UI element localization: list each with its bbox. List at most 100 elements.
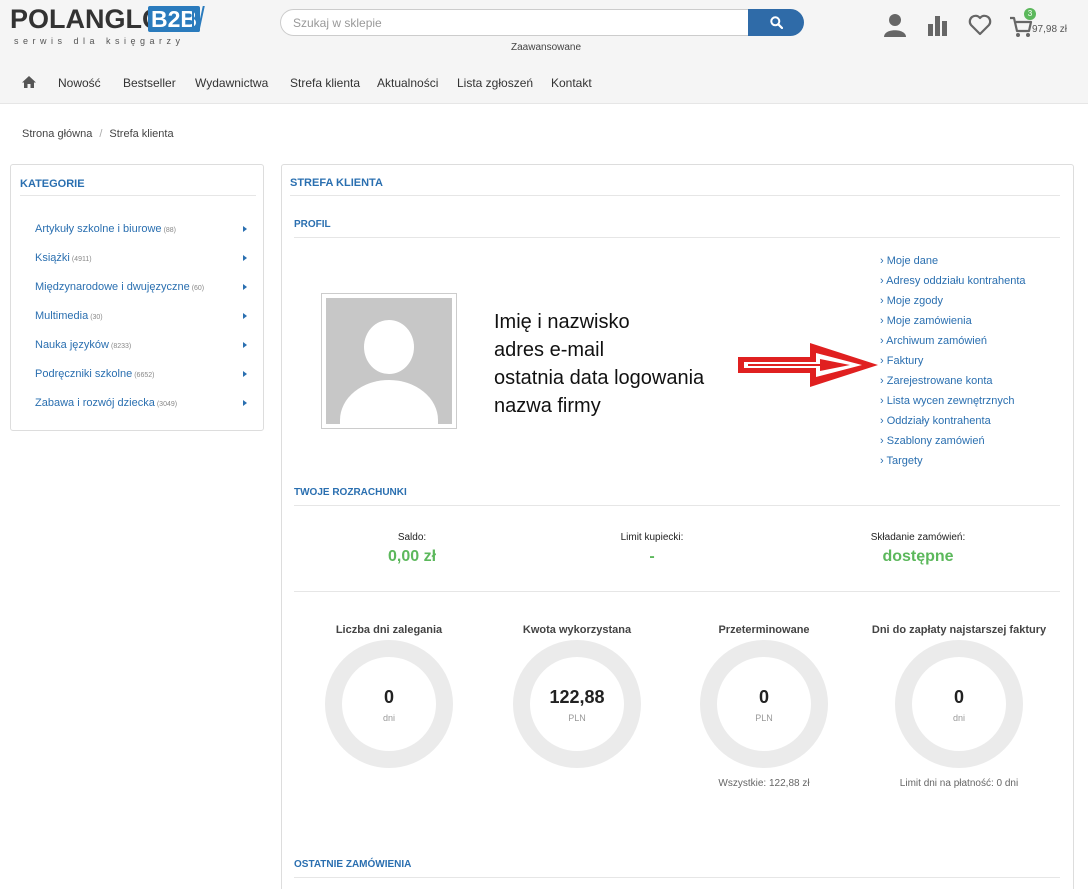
stat-label: Limit kupiecki: xyxy=(620,532,684,543)
link-zarejestrowane-konta[interactable]: Zarejestrowane konta xyxy=(880,375,993,387)
category-count: (4911) xyxy=(71,256,92,263)
logo-books-icon xyxy=(192,6,205,32)
breadcrumb-separator: / xyxy=(99,128,103,140)
link-targety[interactable]: Targety xyxy=(880,455,923,467)
link-archiwum-zamowien[interactable]: Archiwum zamówień xyxy=(880,335,987,347)
breadcrumb-current: Strefa klienta xyxy=(109,128,174,140)
link-moje-zgody[interactable]: Moje zgody xyxy=(880,295,943,307)
category-item[interactable]: Artykuły szkolne i biurowe (88) xyxy=(35,223,247,239)
category-label: Multimedia xyxy=(35,310,89,322)
category-sidebar: KATEGORIE Artykuły szkolne i biurowe (88)… xyxy=(10,164,264,431)
heart-icon[interactable] xyxy=(967,12,993,38)
gauge-days-to-pay: Dni do zapłaty najstarszej faktury 0 dni… xyxy=(869,622,1049,789)
nav-item-strefa-klienta[interactable]: Strefa klienta xyxy=(290,76,360,90)
category-label: Nauka języków xyxy=(35,339,109,351)
chevron-right-icon xyxy=(243,371,247,377)
profile-email: adres e-mail xyxy=(494,339,605,361)
home-icon[interactable] xyxy=(21,74,37,90)
sidebar-divider xyxy=(20,195,256,196)
logo-tagline: serwis dla księgarzy xyxy=(14,36,185,46)
link-moje-dane[interactable]: Moje dane xyxy=(880,255,938,267)
gauge-note: Wszystkie: 122,88 zł xyxy=(718,778,810,789)
category-count: (30) xyxy=(90,314,103,321)
gauge-note: Limit dni na płatność: 0 dni xyxy=(899,778,1019,789)
user-icon[interactable] xyxy=(882,12,908,38)
gauge-unit: dni xyxy=(952,713,965,723)
nav-item-wydawnictwa[interactable]: Wydawnictwa xyxy=(195,76,268,90)
stat-value: 0,00 zł xyxy=(387,548,437,565)
gauge-overdue: Przeterminowane 0 PLN Wszystkie: 122,88 … xyxy=(674,622,854,789)
site-logo[interactable]: POLANGLO B2B serwis dla księgarzy xyxy=(10,4,205,46)
category-label: Zabawa i rozwój dziecka xyxy=(35,397,155,409)
gauge-days-overdue: Liczba dni zalegania 0 dni xyxy=(299,622,479,768)
link-adresy-oddzialu[interactable]: Adresy oddziału kontrahenta xyxy=(880,275,1025,287)
gauge-value: 122,88 xyxy=(549,687,605,707)
stat-ordering: Składanie zamówień: dostępne xyxy=(828,532,1008,566)
site-header: POLANGLO B2B serwis dla księgarzy Zaawan… xyxy=(0,0,1088,104)
breadcrumb: Strona główna / Strefa klienta xyxy=(22,128,174,140)
link-oddzialy-kontrahenta[interactable]: Oddziały kontrahenta xyxy=(880,415,991,427)
divider xyxy=(294,237,1060,238)
link-lista-wycen[interactable]: Lista wycen zewnętrznych xyxy=(880,395,1015,407)
avatar xyxy=(321,293,457,429)
nav-item-nowosc[interactable]: Nowość xyxy=(58,76,101,90)
nav-item-lista-zgloszen[interactable]: Lista zgłoszeń xyxy=(457,76,533,90)
gauge-unit: dni xyxy=(382,713,395,723)
category-item[interactable]: Podręczniki szkolne (6652) xyxy=(35,368,247,384)
divider xyxy=(290,195,1060,196)
search-icon xyxy=(769,16,783,29)
recent-orders-title: OSTATNIE ZAMÓWIENIA xyxy=(294,859,412,870)
category-item[interactable]: Nauka języków (8233) xyxy=(35,339,247,355)
category-label: Międzynarodowe i dwujęzyczne xyxy=(35,281,190,293)
search-bar xyxy=(280,9,804,36)
avatar-placeholder-icon xyxy=(326,298,452,424)
chevron-right-icon xyxy=(243,313,247,319)
divider xyxy=(294,877,1060,878)
gauge-title: Przeterminowane xyxy=(718,624,810,636)
category-count: (60) xyxy=(191,285,205,292)
stat-saldo: Saldo: 0,00 zł xyxy=(322,532,502,566)
gauge-title: Dni do zapłaty najstarszej faktury xyxy=(871,624,1047,636)
category-count: (6652) xyxy=(134,372,155,379)
profile-company: nazwa firmy xyxy=(494,395,601,417)
gauge-unit: PLN xyxy=(755,713,773,723)
chevron-right-icon xyxy=(243,342,247,348)
nav-item-aktualnosci[interactable]: Aktualności xyxy=(377,76,438,90)
search-button[interactable] xyxy=(748,9,804,36)
profile-last-login: ostatnia data logowania xyxy=(494,367,705,389)
sidebar-title: KATEGORIE xyxy=(20,178,85,190)
nav-item-kontakt[interactable]: Kontakt xyxy=(551,76,592,90)
divider xyxy=(294,505,1060,506)
category-item[interactable]: Książki (4911) xyxy=(35,252,247,268)
link-faktury[interactable]: Faktury xyxy=(880,355,924,367)
stat-label: Składanie zamówień: xyxy=(870,532,966,543)
gauge-title: Liczba dni zalegania xyxy=(335,624,443,636)
main-nav: Nowość Bestseller Wydawnictwa Strefa kli… xyxy=(0,68,1088,98)
category-item[interactable]: Międzynarodowe i dwujęzyczne (60) xyxy=(35,281,247,297)
advanced-search-link[interactable]: Zaawansowane xyxy=(511,42,581,53)
divider xyxy=(294,591,1060,592)
category-label: Artykuły szkolne i biurowe xyxy=(35,223,162,235)
breadcrumb-home[interactable]: Strona główna xyxy=(22,128,92,140)
gauge-ring: 122,88 PLN xyxy=(513,640,641,768)
search-input[interactable] xyxy=(280,9,750,36)
link-moje-zamowienia[interactable]: Moje zamówienia xyxy=(880,315,972,327)
gauge-value: 0 xyxy=(953,687,964,707)
accounts-title: TWOJE ROZRACHUNKI xyxy=(294,487,407,498)
gauge-title: Kwota wykorzystana xyxy=(522,624,632,636)
chevron-right-icon xyxy=(243,255,247,261)
gauge-amount-used: Kwota wykorzystana 122,88 PLN xyxy=(487,622,667,768)
category-item[interactable]: Zabawa i rozwój dziecka (3049) xyxy=(35,397,247,413)
logo-text: POLANGLO xyxy=(10,4,163,34)
chevron-right-icon xyxy=(243,226,247,232)
category-count: (3049) xyxy=(156,401,178,408)
category-label: Książki xyxy=(35,252,70,264)
link-szablony-zamowien[interactable]: Szablony zamówień xyxy=(880,435,985,447)
nav-item-bestseller[interactable]: Bestseller xyxy=(123,76,176,90)
stats-icon[interactable] xyxy=(925,12,951,38)
category-item[interactable]: Multimedia (30) xyxy=(35,310,247,326)
gauge-value: 0 xyxy=(383,687,394,707)
cart-total[interactable]: 97,98 zł xyxy=(1032,24,1067,35)
category-label: Podręczniki szkolne xyxy=(35,368,133,380)
profile-title: PROFIL xyxy=(294,219,331,230)
